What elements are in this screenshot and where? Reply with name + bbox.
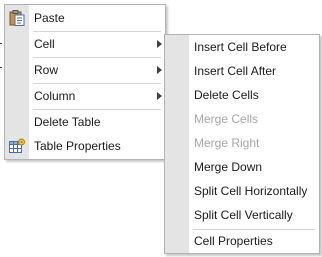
- menu-item-label: Insert Cell Before: [194, 40, 287, 54]
- menu-item-label: Merge Cells: [194, 112, 259, 126]
- menu-item-label: Cell: [34, 37, 55, 51]
- menu-item-paste[interactable]: Paste: [5, 6, 165, 30]
- menu-item-merge-right: Merge Right: [165, 131, 319, 155]
- underlying-document-mark: [0, 43, 2, 44]
- submenu-arrow-icon: [157, 66, 162, 74]
- menu-item-insert-cell-before[interactable]: Insert Cell Before: [165, 35, 319, 59]
- menu-item-split-cell-horizontally[interactable]: Split Cell Horizontally: [165, 179, 319, 203]
- menu-item-delete-cells[interactable]: Delete Cells: [165, 83, 319, 107]
- table-context-menu: Paste Cell Row Column Delete Table Table…: [4, 4, 166, 160]
- menu-item-cell[interactable]: Cell: [5, 32, 165, 56]
- menu-item-split-cell-vertically[interactable]: Split Cell Vertically: [165, 203, 319, 227]
- menu-item-label: Split Cell Vertically: [194, 208, 293, 222]
- menu-item-label: Row: [34, 63, 59, 77]
- menu-item-label: Table Properties: [34, 139, 121, 153]
- menu-item-row[interactable]: Row: [5, 58, 165, 82]
- menu-item-merge-cells: Merge Cells: [165, 107, 319, 131]
- menu-item-label: Delete Cells: [194, 88, 259, 102]
- menu-item-label: Split Cell Horizontally: [194, 184, 308, 198]
- menu-item-label: Column: [34, 89, 76, 103]
- menu-item-label: Cell Properties: [194, 234, 273, 248]
- menu-item-table-properties[interactable]: Table Properties: [5, 134, 165, 158]
- menu-item-column[interactable]: Column: [5, 84, 165, 108]
- cell-submenu: Insert Cell Before Insert Cell After Del…: [164, 34, 320, 254]
- table-properties-icon: [9, 138, 25, 154]
- menu-item-label: Delete Table: [34, 115, 101, 129]
- menu-item-insert-cell-after[interactable]: Insert Cell After: [165, 59, 319, 83]
- menu-item-label: Merge Right: [194, 136, 260, 150]
- menu-item-label: Paste: [34, 11, 65, 25]
- menu-item-label: Merge Down: [194, 160, 263, 174]
- menu-item-label: Insert Cell After: [194, 64, 277, 78]
- menu-item-merge-down[interactable]: Merge Down: [165, 155, 319, 179]
- menu-item-delete-table[interactable]: Delete Table: [5, 110, 165, 134]
- submenu-arrow-icon: [157, 92, 162, 100]
- paste-icon: [9, 10, 25, 26]
- menu-item-cell-properties[interactable]: Cell Properties: [165, 229, 319, 253]
- submenu-arrow-icon: [157, 40, 162, 48]
- underlying-document-mark: [0, 67, 2, 68]
